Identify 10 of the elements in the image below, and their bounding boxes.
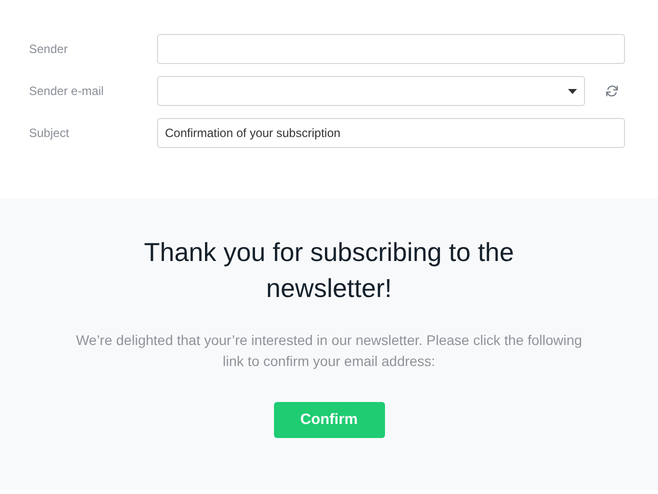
email-dropdown[interactable] <box>157 76 585 106</box>
caret-icon <box>568 88 577 94</box>
field-label: Sender e-mail <box>29 83 105 100</box>
field-label: Subject <box>29 125 70 142</box>
preview-heading: Thank you for subscribing to the newsletter! <box>143 236 515 305</box>
preview-text: We’re delighted that your’re interested in our newsletter. Please click the following link to confirm your email address: <box>74 331 584 371</box>
refresh-icon[interactable] <box>605 84 619 98</box>
text-field[interactable]: Confirmation of your subscription <box>157 118 625 148</box>
field-label: Sender <box>29 41 69 58</box>
text-field[interactable] <box>157 34 625 64</box>
